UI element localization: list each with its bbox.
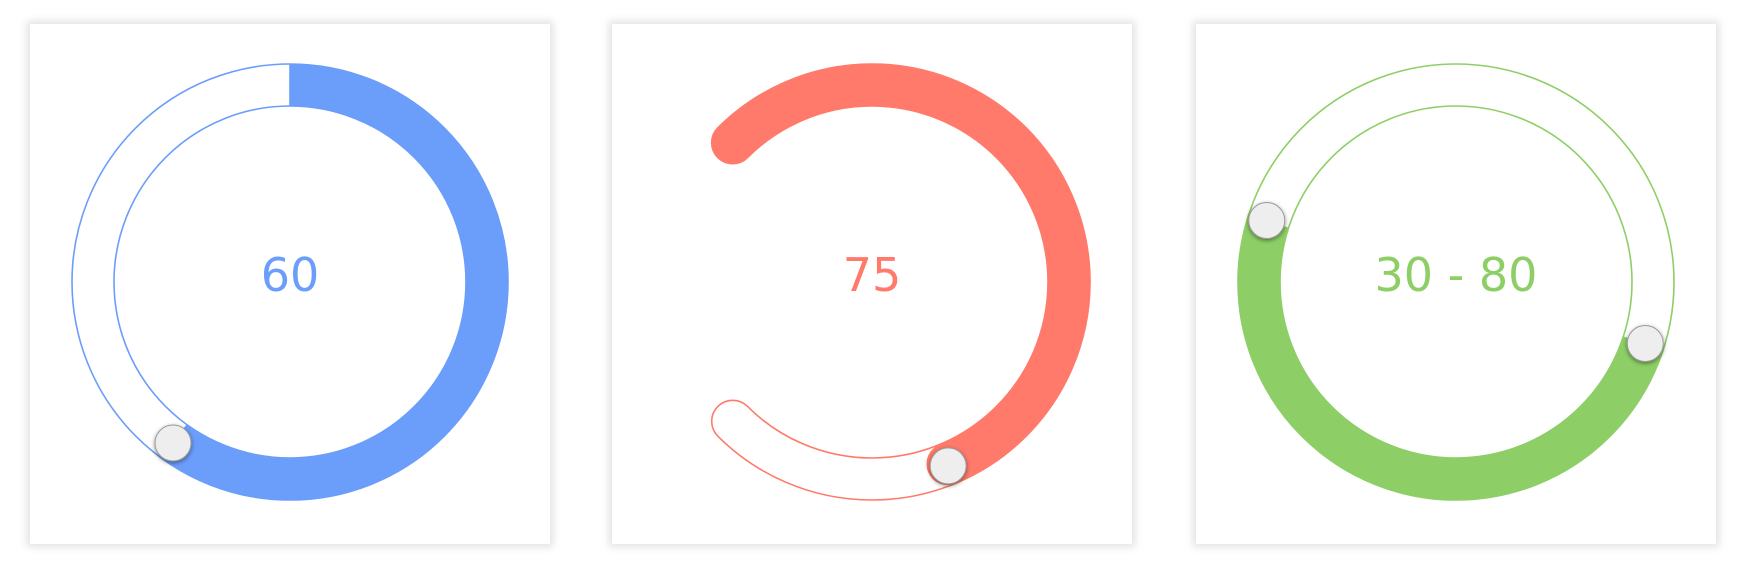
- slider-value-label: 75: [842, 248, 902, 302]
- range-handle-high[interactable]: [1248, 202, 1286, 240]
- slider-handle[interactable]: [154, 424, 192, 462]
- slider-card-range: 30 - 80: [1196, 24, 1716, 544]
- slider-value-label: 60: [260, 248, 320, 302]
- slider-card-single-full: 60: [30, 24, 550, 544]
- range-handle-low[interactable]: [1626, 324, 1664, 362]
- slider-handle[interactable]: [929, 447, 967, 485]
- slider-range-label: 30 - 80: [1374, 248, 1538, 302]
- slider-card-single-arc: 75: [612, 24, 1132, 544]
- circular-slider-demo: 60 75 30 - 80: [0, 0, 1752, 568]
